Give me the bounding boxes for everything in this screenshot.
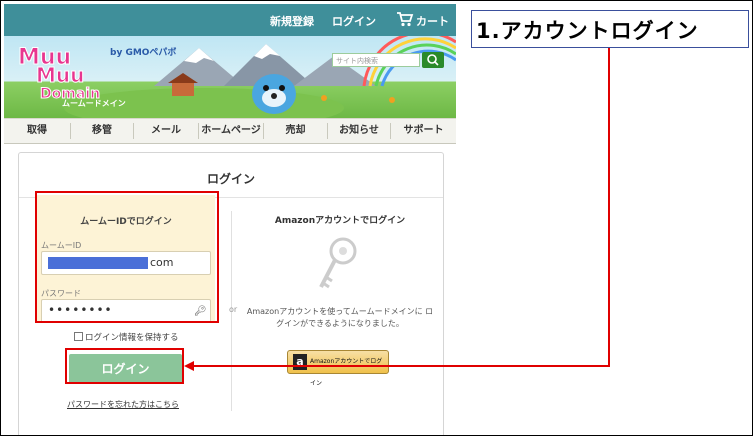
step-callout-text: 1.アカウントログイン xyxy=(476,19,699,43)
annotation-arrow xyxy=(184,48,610,371)
step-callout: 1.アカウントログイン xyxy=(471,10,749,48)
